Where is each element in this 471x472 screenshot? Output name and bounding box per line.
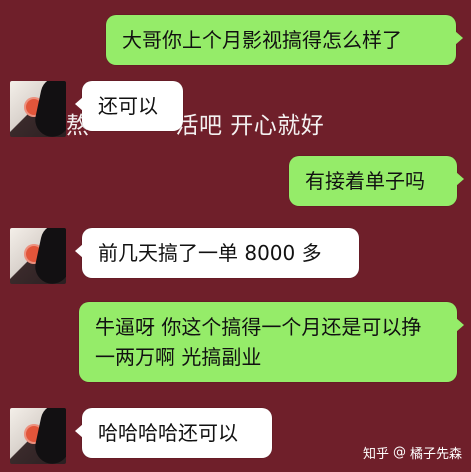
message-incoming[interactable]: 前几天搞了一单 8000 多 (75, 228, 359, 278)
message-incoming[interactable]: 还可以 (75, 81, 183, 131)
avatar[interactable] (10, 228, 66, 284)
message-text: 哈哈哈哈还可以 (98, 421, 238, 445)
watermark-site: 知乎 (362, 447, 389, 462)
watermark-author: 橘子先森 (409, 447, 462, 462)
background-caption-right: 活吧 开心就好 (175, 113, 325, 139)
message-text: 还可以 (98, 94, 158, 118)
message-text: 前几天搞了一单 8000 多 (98, 241, 322, 265)
zhihu-watermark: 知乎 @ 橘子先森 (363, 443, 462, 462)
watermark-separator: @ (392, 445, 406, 460)
message-text: 大哥你上个月影视搞得怎么样了 (122, 28, 402, 52)
message-outgoing[interactable]: 有接着单子吗 (289, 156, 464, 206)
avatar[interactable] (10, 408, 66, 464)
message-incoming[interactable]: 哈哈哈哈还可以 (75, 408, 272, 458)
message-text: 牛逼呀 你这个搞得一个月还是可以挣一两万啊 光搞副业 (95, 315, 422, 369)
avatar[interactable] (10, 81, 66, 137)
message-outgoing[interactable]: 牛逼呀 你这个搞得一个月还是可以挣一两万啊 光搞副业 (79, 302, 464, 382)
message-outgoing[interactable]: 大哥你上个月影视搞得怎么样了 (106, 15, 463, 65)
message-text: 有接着单子吗 (305, 169, 425, 193)
